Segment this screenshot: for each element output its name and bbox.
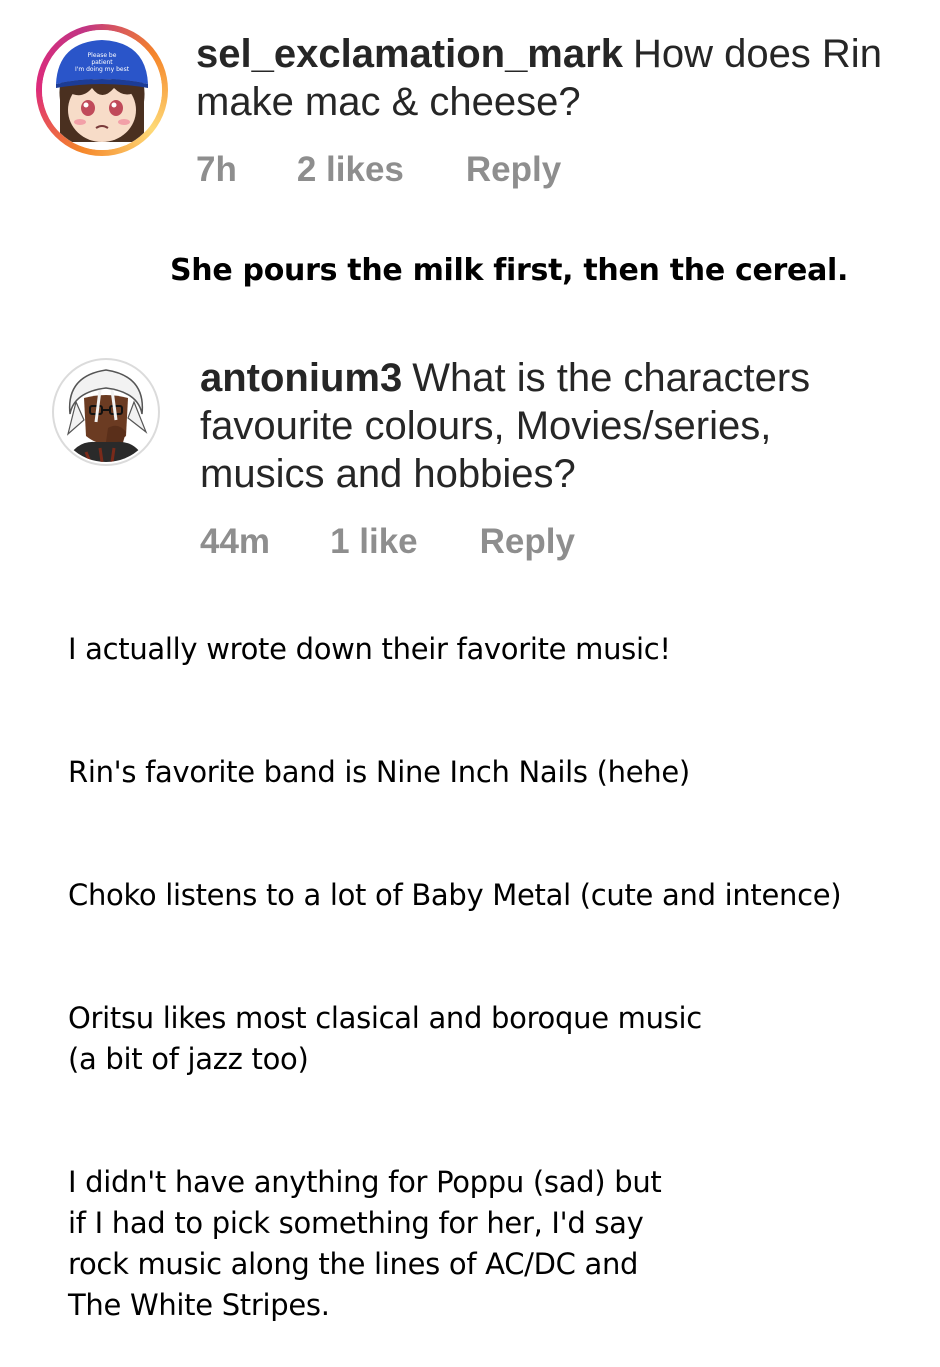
comment-meta: 7h 2 likes Reply — [196, 150, 561, 190]
avatar-ring[interactable] — [52, 358, 160, 466]
anime-girl-blue-cap-avatar-icon: Please be patient I'm doing my best — [42, 30, 162, 150]
answer-2: I actually wrote down their favorite mus… — [68, 588, 928, 1367]
answer-paragraph: Rin's favorite band is Nine Inch Nails (… — [68, 755, 690, 789]
timestamp: 44m — [200, 522, 271, 561]
username-link[interactable]: sel_exclamation_mark — [196, 32, 623, 76]
dark-character-avatar-icon — [56, 362, 156, 462]
answer-paragraph: I didn't have anything for Poppu (sad) b… — [68, 1165, 662, 1322]
svg-text:Please be: Please be — [88, 52, 117, 59]
reply-button[interactable]: Reply — [466, 150, 561, 190]
comment-1: Please be patient I'm doing my best sel_… — [0, 0, 940, 200]
reply-button[interactable]: Reply — [480, 522, 575, 562]
timestamp: 7h — [196, 150, 237, 189]
svg-text:patient: patient — [91, 59, 113, 66]
avatar: Please be patient I'm doing my best — [42, 30, 162, 150]
svg-text:I'm doing my best: I'm doing my best — [75, 66, 130, 73]
answer-paragraph: Choko listens to a lot of Baby Metal (cu… — [68, 878, 842, 912]
avatar — [56, 362, 156, 462]
comment-body: sel_exclamation_mark How does Rin make ma… — [196, 30, 916, 126]
username-link[interactable]: antonium3 — [200, 356, 402, 400]
comment-body: antonium3 What is the characters favourit… — [200, 354, 880, 498]
answer-1: She pours the milk first, then the cerea… — [170, 253, 849, 288]
comment-meta: 44m 1 like Reply — [200, 522, 575, 562]
answer-paragraph: I actually wrote down their favorite mus… — [68, 632, 671, 666]
avatar-story-ring[interactable]: Please be patient I'm doing my best — [36, 24, 168, 156]
likes-count[interactable]: 1 like — [330, 522, 418, 562]
comment-2: antonium3 What is the characters favourit… — [0, 350, 940, 570]
answer-paragraph: Oritsu likes most clasical and boroque m… — [68, 1001, 702, 1076]
likes-count[interactable]: 2 likes — [297, 150, 404, 190]
